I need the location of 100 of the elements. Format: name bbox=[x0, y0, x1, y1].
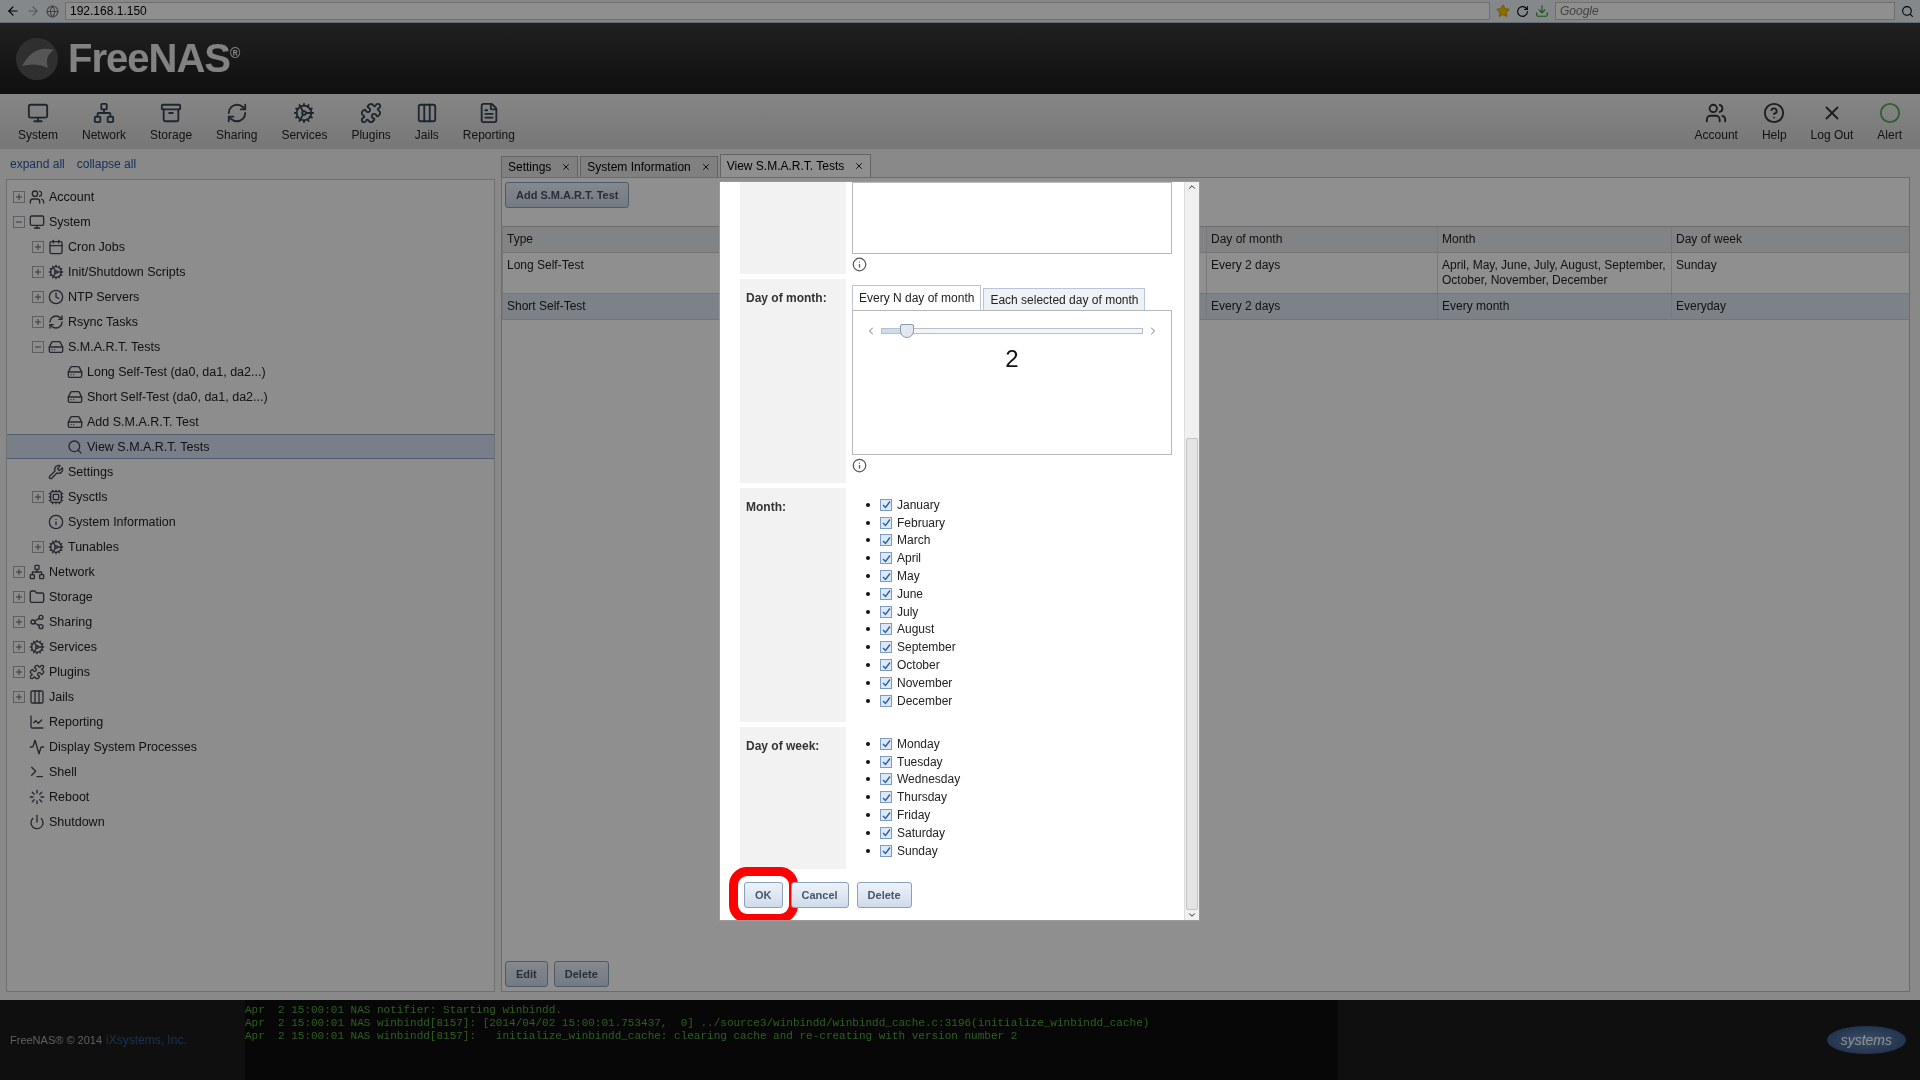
toolbar-button[interactable]: Jails bbox=[402, 94, 451, 149]
expand-icon[interactable] bbox=[13, 590, 25, 603]
tree-row[interactable]: Shutdown bbox=[7, 809, 494, 834]
tree-label[interactable]: System Information bbox=[68, 514, 176, 529]
tree-row[interactable]: Sharing bbox=[7, 609, 494, 634]
tab[interactable]: System Information bbox=[580, 156, 718, 177]
tree-label[interactable]: Rsync Tasks bbox=[68, 314, 138, 329]
close-icon[interactable] bbox=[854, 161, 865, 171]
tree-row[interactable]: Storage bbox=[7, 584, 494, 609]
info-icon[interactable] bbox=[852, 257, 867, 272]
tab[interactable]: Each selected day of month bbox=[983, 288, 1146, 310]
tree-row[interactable]: Tunables bbox=[7, 534, 494, 559]
checkbox[interactable] bbox=[880, 659, 892, 672]
checkbox[interactable] bbox=[880, 605, 892, 618]
tree-row[interactable]: Sysctls bbox=[7, 484, 494, 509]
checkbox[interactable] bbox=[880, 737, 892, 750]
checkbox[interactable] bbox=[880, 694, 892, 707]
tree-row[interactable]: S.M.A.R.T. Tests bbox=[7, 334, 494, 359]
search-field[interactable]: Google bbox=[1555, 2, 1895, 20]
toolbar-button[interactable]: Log Out bbox=[1798, 94, 1866, 149]
column-header[interactable]: Month bbox=[1437, 227, 1671, 252]
checkbox[interactable] bbox=[880, 844, 892, 857]
tree-row[interactable]: Services bbox=[7, 634, 494, 659]
toolbar-button[interactable]: Storage bbox=[138, 94, 205, 149]
tree-label[interactable]: Cron Jobs bbox=[68, 239, 125, 254]
toolbar-button[interactable]: Network bbox=[70, 94, 139, 149]
tree-row[interactable]: Rsync Tasks bbox=[7, 309, 494, 334]
back-icon[interactable] bbox=[6, 4, 20, 18]
tree-label[interactable]: Sysctls bbox=[68, 489, 108, 504]
tab[interactable]: View S.M.A.R.T. Tests bbox=[719, 154, 872, 177]
tree-row[interactable]: Add S.M.A.R.T. Test bbox=[7, 409, 494, 434]
checkbox[interactable] bbox=[880, 570, 892, 583]
expand-icon[interactable] bbox=[32, 240, 44, 253]
tree-label[interactable]: Account bbox=[49, 189, 95, 204]
scroll-thumb[interactable] bbox=[1186, 438, 1198, 910]
tree-label[interactable]: Settings bbox=[68, 464, 114, 479]
tree-label[interactable]: NTP Servers bbox=[68, 289, 140, 304]
tree-label[interactable]: Sharing bbox=[49, 614, 93, 629]
tree-label[interactable]: Reboot bbox=[49, 789, 90, 804]
tree-row[interactable]: Network bbox=[7, 559, 494, 584]
checkbox[interactable] bbox=[880, 791, 892, 804]
tree-row[interactable]: Shell bbox=[7, 759, 494, 784]
toolbar-button[interactable]: Account bbox=[1682, 94, 1750, 149]
checkbox[interactable] bbox=[880, 826, 892, 839]
tree-label[interactable]: Display System Processes bbox=[49, 739, 197, 754]
expand-icon[interactable] bbox=[13, 615, 25, 628]
toolbar-button[interactable]: Services bbox=[269, 94, 340, 149]
tree-row[interactable]: Cron Jobs bbox=[7, 234, 494, 259]
toolbar-button[interactable]: Reporting bbox=[450, 94, 527, 149]
checkbox[interactable] bbox=[880, 552, 892, 565]
tree-row[interactable]: Plugins bbox=[7, 659, 494, 684]
tree-link[interactable]: expand all bbox=[10, 157, 65, 171]
checkbox[interactable] bbox=[880, 498, 892, 511]
close-icon[interactable] bbox=[561, 162, 572, 172]
tree-row[interactable]: Short Self-Test (da0, da1, da2...) bbox=[7, 384, 494, 409]
toolbar-button[interactable]: System bbox=[6, 94, 70, 149]
tree-label[interactable]: Jails bbox=[49, 689, 74, 704]
tree-row[interactable]: Display System Processes bbox=[7, 734, 494, 759]
action-button[interactable]: Delete bbox=[553, 961, 609, 987]
checkbox[interactable] bbox=[880, 755, 892, 768]
expand-icon[interactable] bbox=[13, 640, 25, 653]
tree-link[interactable]: collapse all bbox=[76, 157, 137, 171]
toolbar-button[interactable]: Help bbox=[1749, 94, 1799, 149]
search-icon[interactable] bbox=[1901, 4, 1914, 18]
tree-label[interactable]: Plugins bbox=[49, 664, 90, 679]
column-header[interactable]: Day of week bbox=[1671, 227, 1909, 252]
checkbox[interactable] bbox=[880, 534, 892, 547]
toolbar-button[interactable]: Alert bbox=[1865, 94, 1914, 149]
dialog-button[interactable]: Cancel bbox=[790, 882, 849, 908]
checkbox[interactable] bbox=[880, 773, 892, 786]
tree-row[interactable]: NTP Servers bbox=[7, 284, 494, 309]
tree-label[interactable]: Storage bbox=[49, 589, 93, 604]
tree-row[interactable]: Long Self-Test (da0, da1, da2...) bbox=[7, 359, 494, 384]
tree-row[interactable]: Settings bbox=[7, 459, 494, 484]
tree-label[interactable]: Reporting bbox=[49, 714, 104, 729]
tree-label[interactable]: Init/Shutdown Scripts bbox=[68, 264, 186, 279]
star-icon[interactable] bbox=[1496, 4, 1510, 18]
expand-icon[interactable] bbox=[32, 265, 44, 278]
expand-icon[interactable] bbox=[13, 565, 25, 578]
tree-row[interactable]: System bbox=[7, 209, 494, 234]
address-field[interactable]: 192.168.1.150 bbox=[65, 2, 1490, 20]
tab[interactable]: Every N day of month bbox=[852, 285, 982, 310]
expand-icon[interactable] bbox=[32, 490, 44, 503]
slider-track[interactable] bbox=[881, 323, 1143, 339]
checkbox[interactable] bbox=[880, 641, 892, 654]
slider-thumb[interactable] bbox=[900, 324, 915, 338]
tree-label[interactable]: Shutdown bbox=[49, 814, 105, 829]
action-button[interactable]: Edit bbox=[505, 961, 548, 987]
expand-icon[interactable] bbox=[13, 190, 25, 203]
scrollbar[interactable] bbox=[1184, 182, 1199, 920]
dialog-button[interactable]: Delete bbox=[856, 882, 912, 908]
tree-label[interactable]: Network bbox=[49, 564, 95, 579]
info-icon[interactable] bbox=[852, 458, 867, 473]
expand-icon[interactable] bbox=[13, 665, 25, 678]
toolbar-button[interactable]: Plugins bbox=[339, 94, 403, 149]
tree-label[interactable]: Tunables bbox=[68, 539, 119, 554]
checkbox[interactable] bbox=[880, 676, 892, 689]
expand-icon[interactable] bbox=[13, 690, 25, 703]
add-test-button[interactable]: Add S.M.A.R.T. Test bbox=[505, 182, 630, 208]
tree-label[interactable]: Services bbox=[49, 639, 97, 654]
